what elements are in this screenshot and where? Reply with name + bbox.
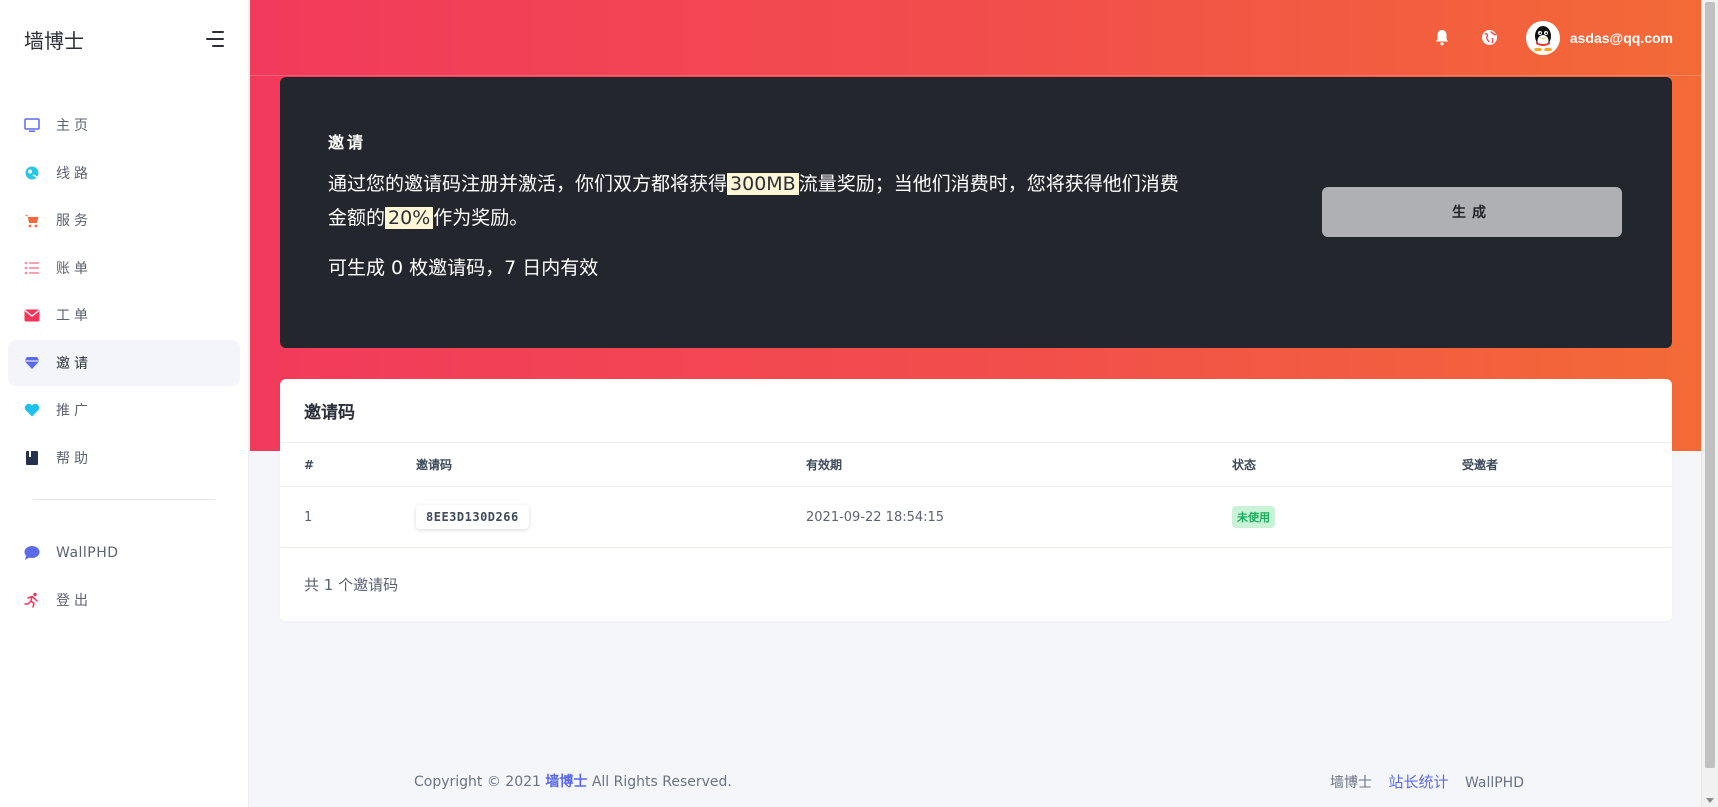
sidebar-item-routes[interactable]: 线路	[8, 150, 240, 196]
sidebar-nav: 主页 线路 服务 账单 工单 邀请 推广 帮助 WallPHD 登出	[0, 102, 248, 623]
percent-highlight: 20%	[385, 207, 434, 229]
invite-desc-text: 通过您的邀请码注册并激活，你们双方都将获得	[328, 173, 728, 195]
column-header: #	[304, 457, 315, 472]
bell-icon[interactable]	[1432, 28, 1452, 48]
table-row: 1 8EE3D130D266 2021-09-22 18:54:15 未使用	[280, 487, 1672, 548]
sidebar-item-label: 账单	[56, 260, 92, 277]
user-email[interactable]: asdas@qq.com	[1570, 30, 1673, 46]
running-icon	[24, 592, 40, 608]
globe-icon[interactable]	[1480, 28, 1500, 48]
footer-brand-link[interactable]: 墙博士	[545, 774, 587, 790]
sidebar-item-promote[interactable]: 推广	[8, 387, 240, 433]
invite-codes-card: 邀请码 # 邀请码 有效期 状态 受邀者 1 8EE3D130D266 2021…	[280, 379, 1672, 621]
sidebar: 墙博士 主页 线路 服务 账单 工单 邀请 推广 帮助 WallPHD 登出	[0, 0, 249, 807]
copyright: Copyright © 2021 墙博士 All Rights Reserved…	[414, 771, 732, 792]
sidebar-item-logout[interactable]: 登出	[8, 577, 240, 623]
row-index: 1	[304, 509, 313, 525]
top-bar: asdas@qq.com	[250, 0, 1701, 76]
column-header: 邀请码	[416, 458, 453, 472]
footer-link-brand[interactable]: 墙博士	[1330, 775, 1372, 791]
diamond-icon	[24, 355, 40, 371]
sidebar-item-invite[interactable]: 邀请	[8, 339, 240, 386]
sidebar-item-bills[interactable]: 账单	[8, 245, 240, 291]
sidebar-item-label: 主页	[56, 118, 92, 134]
sidebar-divider	[33, 498, 215, 500]
chat-icon	[24, 545, 40, 561]
column-header: 有效期	[806, 458, 843, 472]
menu-toggle-icon[interactable]	[204, 31, 224, 47]
brand-title: 墙博士	[24, 28, 84, 53]
sidebar-item-label: 推广	[56, 403, 92, 419]
column-header: 状态	[1232, 458, 1257, 472]
sidebar-item-help[interactable]: 帮助	[8, 435, 240, 481]
book-icon	[24, 450, 40, 466]
invite-title: 邀请	[328, 133, 367, 152]
list-icon	[24, 260, 40, 276]
table-header: # 邀请码 有效期 状态 受邀者	[280, 443, 1672, 487]
invite-desc-text: 作为奖励。	[433, 207, 529, 229]
footer-link-stats[interactable]: 站长统计	[1388, 773, 1448, 791]
invite-count-text: 可生成 0 枚邀请码，7 日内有效	[328, 257, 599, 279]
sidebar-item-label: 服务	[56, 213, 92, 229]
scroll-down-arrow-icon[interactable]	[1706, 798, 1714, 803]
sidebar-item-label: 帮助	[56, 450, 92, 467]
sidebar-item-label: WallPHD	[56, 544, 119, 561]
copyright-suffix: All Rights Reserved.	[591, 774, 732, 790]
code-cell: 8EE3D130D266	[416, 505, 806, 529]
copyright-prefix: Copyright © 2021	[414, 774, 541, 790]
monitor-icon	[24, 117, 40, 133]
footer-link-wallphd[interactable]: WallPHD	[1465, 775, 1524, 791]
avatar[interactable]	[1525, 20, 1560, 55]
sidebar-item-label: 工单	[56, 308, 92, 324]
heart-icon	[24, 402, 40, 418]
sidebar-item-label: 邀请	[56, 355, 92, 372]
brand-row: 墙博士	[0, 0, 248, 78]
scrollbar-thumb[interactable]	[1705, 2, 1715, 768]
codes-title: 邀请码	[280, 379, 1672, 443]
sidebar-item-home[interactable]: 主页	[8, 102, 240, 148]
sidebar-item-tickets[interactable]: 工单	[8, 292, 240, 338]
traffic-highlight: 300MB	[727, 173, 799, 195]
invite-code-chip[interactable]: 8EE3D130D266	[416, 505, 529, 529]
codes-total: 共 1 个邀请码	[304, 575, 399, 594]
sidebar-item-wallphd[interactable]: WallPHD	[8, 530, 240, 576]
page-scrollbar[interactable]	[1701, 0, 1718, 807]
cart-icon	[24, 212, 40, 228]
invite-card: 邀请 通过您的邀请码注册并激活，你们双方都将获得 300MB 流量奖励；当他们消费时…	[280, 77, 1672, 348]
sidebar-item-label: 登出	[56, 593, 92, 609]
generate-button[interactable]: 生成	[1322, 187, 1622, 237]
column-header: 受邀者	[1462, 458, 1499, 472]
invite-description: 通过您的邀请码注册并激活，你们双方都将获得 300MB 流量奖励；当他们消费时，您将…	[328, 167, 1188, 235]
sidebar-item-services[interactable]: 服务	[8, 197, 240, 243]
mail-icon	[24, 307, 40, 323]
footer: Copyright © 2021 墙博士 All Rights Reserved…	[414, 771, 1524, 792]
globe-icon	[24, 165, 40, 181]
sidebar-item-label: 线路	[56, 165, 92, 182]
status-cell: 未使用	[1232, 506, 1462, 528]
footer-links: 墙博士 站长统计 WallPHD	[1318, 771, 1524, 792]
status-badge: 未使用	[1232, 506, 1275, 528]
expires-cell: 2021-09-22 18:54:15	[806, 509, 945, 525]
